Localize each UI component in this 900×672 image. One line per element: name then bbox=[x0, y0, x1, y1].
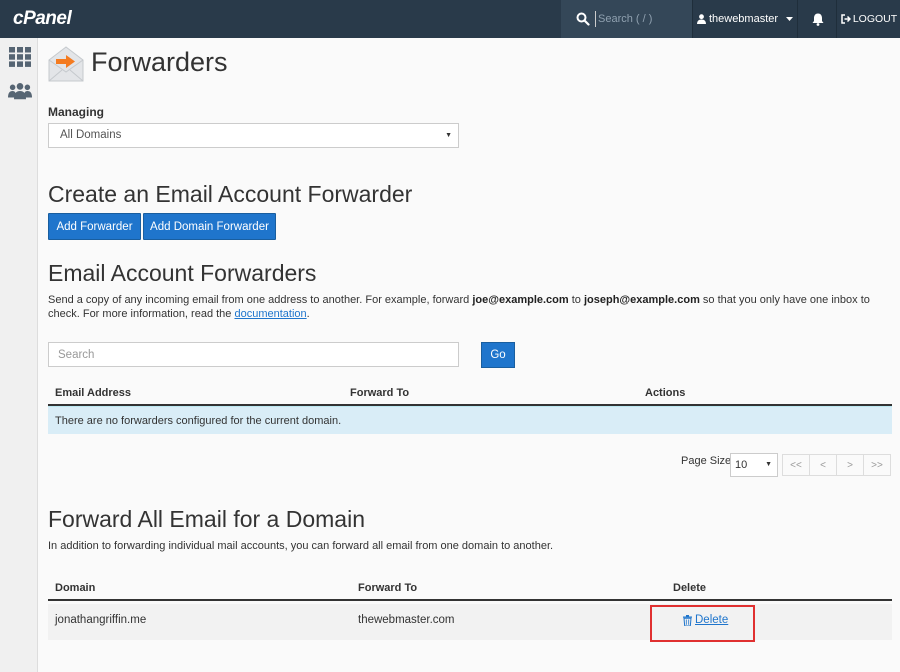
email-forward-icon bbox=[48, 46, 84, 82]
cpanel-logo[interactable]: cPanel bbox=[13, 8, 72, 30]
page-size-label: Page Size bbox=[681, 455, 732, 467]
page-size-value: 10 bbox=[735, 459, 748, 471]
row-forward-to: thewebmaster.com bbox=[358, 614, 455, 626]
column-header-email-address[interactable]: Email Address bbox=[55, 387, 131, 399]
create-forwarder-heading: Create an Email Account Forwarder bbox=[48, 181, 413, 207]
main-content: Forwarders Managing All Domains ▼ Create… bbox=[38, 38, 900, 672]
description-text: to bbox=[568, 294, 584, 306]
pager-last-button[interactable]: >> bbox=[863, 454, 891, 476]
top-navbar: cPanel thewebmaster LOGOUT bbox=[0, 0, 900, 38]
caret-down-icon: ▼ bbox=[445, 132, 452, 139]
column-header-delete: Delete bbox=[673, 582, 707, 594]
notifications-button[interactable] bbox=[799, 0, 837, 38]
trash-icon bbox=[683, 614, 692, 626]
column-header-domain[interactable]: Domain bbox=[55, 582, 95, 594]
search-icon bbox=[576, 12, 590, 26]
domain-forwarders-description: In addition to forwarding individual mai… bbox=[48, 540, 554, 552]
sidebar bbox=[0, 38, 38, 672]
grid-icon bbox=[9, 47, 31, 67]
search-go-button[interactable]: Go bbox=[481, 342, 515, 368]
sidebar-users-button[interactable] bbox=[8, 80, 32, 102]
logout-button[interactable]: LOGOUT bbox=[838, 0, 900, 38]
global-search[interactable] bbox=[561, 0, 692, 38]
column-header-actions: Actions bbox=[645, 387, 686, 399]
row-domain: jonathangriffin.me bbox=[55, 614, 147, 626]
caret-down-icon: ▼ bbox=[765, 461, 772, 468]
sidebar-home-button[interactable] bbox=[8, 46, 32, 68]
managing-domain-select[interactable]: All Domains ▼ bbox=[48, 123, 459, 148]
pager-first-button[interactable]: << bbox=[782, 454, 810, 476]
pager-next-button[interactable]: > bbox=[836, 454, 864, 476]
description-text: . bbox=[306, 308, 310, 320]
documentation-link[interactable]: documentation bbox=[234, 308, 306, 320]
user-menu[interactable]: thewebmaster bbox=[692, 0, 798, 38]
page-size-select[interactable]: 10 ▼ bbox=[730, 453, 778, 477]
empty-state-message: There are no forwarders configured for t… bbox=[48, 406, 892, 434]
delete-domain-forwarder-link[interactable]: Delete bbox=[683, 614, 728, 626]
example-to-email: joseph@example.com bbox=[583, 294, 700, 306]
bell-icon bbox=[812, 13, 823, 26]
example-from-email: joe@example.com bbox=[472, 294, 569, 306]
column-header-forward-to[interactable]: Forward To bbox=[358, 582, 417, 594]
account-forwarders-heading: Email Account Forwarders bbox=[48, 260, 317, 286]
user-icon bbox=[696, 14, 706, 24]
description-text: Send a copy of any incoming email from o… bbox=[48, 294, 473, 306]
caret-down-icon bbox=[786, 17, 794, 21]
add-domain-forwarder-button[interactable]: Add Domain Forwarder bbox=[143, 213, 276, 240]
username-label: thewebmaster bbox=[708, 13, 779, 25]
page-title: Forwarders bbox=[91, 47, 228, 77]
pager-prev-button[interactable]: < bbox=[809, 454, 837, 476]
managing-label: Managing bbox=[48, 105, 104, 119]
domain-forwarders-table-header: Domain Forward To Delete bbox=[48, 574, 892, 601]
column-header-forward-to[interactable]: Forward To bbox=[350, 387, 409, 399]
logout-label: LOGOUT bbox=[852, 13, 898, 25]
managing-domain-value: All Domains bbox=[60, 129, 122, 141]
global-search-input[interactable] bbox=[595, 11, 685, 27]
account-forwarders-table-header: Email Address Forward To Actions bbox=[48, 379, 892, 406]
add-forwarder-button[interactable]: Add Forwarder bbox=[48, 213, 141, 240]
account-forwarders-description: Send a copy of any incoming email from o… bbox=[48, 293, 893, 321]
domain-forwarders-heading: Forward All Email for a Domain bbox=[48, 506, 365, 532]
forwarders-search-input[interactable] bbox=[48, 342, 459, 367]
delete-label: Delete bbox=[695, 614, 729, 626]
users-icon bbox=[8, 83, 32, 100]
table-row: jonathangriffin.me thewebmaster.com bbox=[48, 604, 892, 640]
logout-icon bbox=[841, 14, 851, 24]
